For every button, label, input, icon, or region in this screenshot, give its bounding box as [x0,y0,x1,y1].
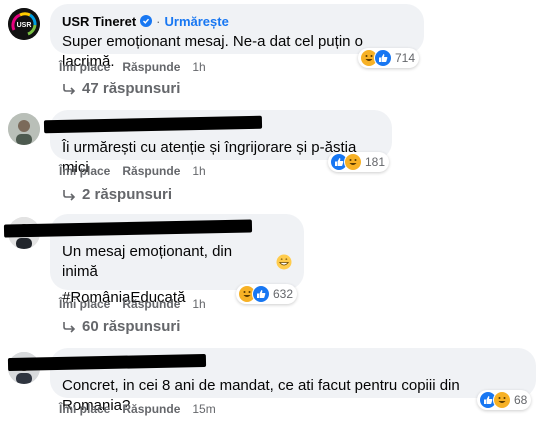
reactions-summary[interactable]: 181 [328,152,390,172]
timestamp[interactable]: 15m [192,402,215,416]
timestamp[interactable]: 1h [192,60,205,74]
like-reaction-icon [252,285,270,303]
profile-photo-icon [8,113,40,145]
laugh-reaction-icon [493,391,511,409]
reply-button[interactable]: Răspunde [122,297,180,311]
comment-bubble: USR Tineret · Urmărește Super emoționant… [50,4,424,70]
replies-count-label: 60 răspunsuri [82,318,181,335]
reply-button[interactable]: Răspunde [122,402,180,416]
timestamp[interactable]: 1h [192,297,205,311]
reply-arrow-icon [63,321,76,333]
comment-actions: Îmi place Răspunde 1h [59,296,206,312]
avatar[interactable] [8,113,40,145]
timestamp[interactable]: 1h [192,164,205,178]
like-button[interactable]: Îmi place [59,164,110,178]
author-name[interactable]: USR Tineret [62,14,136,29]
like-reaction-icon [374,49,392,67]
reaction-count: 714 [395,51,416,65]
usr-logo-icon: USR [8,8,40,40]
view-replies-button[interactable]: 47 răspunsuri [62,80,180,97]
view-replies-button[interactable]: 2 răspunsuri [62,186,172,203]
follow-button[interactable]: Urmărește [165,14,229,29]
reply-button[interactable]: Răspunde [122,60,180,74]
svg-text:USR: USR [17,22,32,29]
verified-badge-icon [140,15,153,27]
comment-actions: Îmi place Răspunde 1h [59,163,206,179]
reactions-summary[interactable]: 714 [358,48,420,68]
like-button[interactable]: Îmi place [59,297,110,311]
separator-dot: · [156,13,161,29]
comment-actions: Îmi place Răspunde 1h [59,59,206,75]
replies-count-label: 2 răspunsuri [82,186,173,203]
author-row: USR Tineret · Urmărește [62,12,412,30]
like-button[interactable]: Îmi place [59,60,110,74]
reply-button[interactable]: Răspunde [122,164,180,178]
reactions-summary[interactable]: 68 [477,390,532,410]
replies-count-label: 47 răspunsuri [82,80,181,97]
view-replies-button[interactable]: 60 răspunsuri [62,318,180,335]
reactions-summary[interactable]: 632 [236,284,298,304]
reaction-count: 181 [365,155,386,169]
like-button[interactable]: Îmi place [59,402,110,416]
laugh-reaction-icon [344,153,362,171]
reply-arrow-icon [63,83,76,95]
comment-text: Un mesaj emoționant, din inimă [62,242,292,282]
avatar[interactable]: USR [8,8,40,40]
reaction-count: 68 [514,393,528,407]
reply-arrow-icon [63,189,76,201]
grinning-emoji-icon [276,254,292,270]
comment-text-content: Un mesaj emoționant, din inimă [62,243,233,280]
comment-actions: Îmi place Răspunde 15m [59,401,216,417]
reaction-count: 632 [273,287,294,301]
